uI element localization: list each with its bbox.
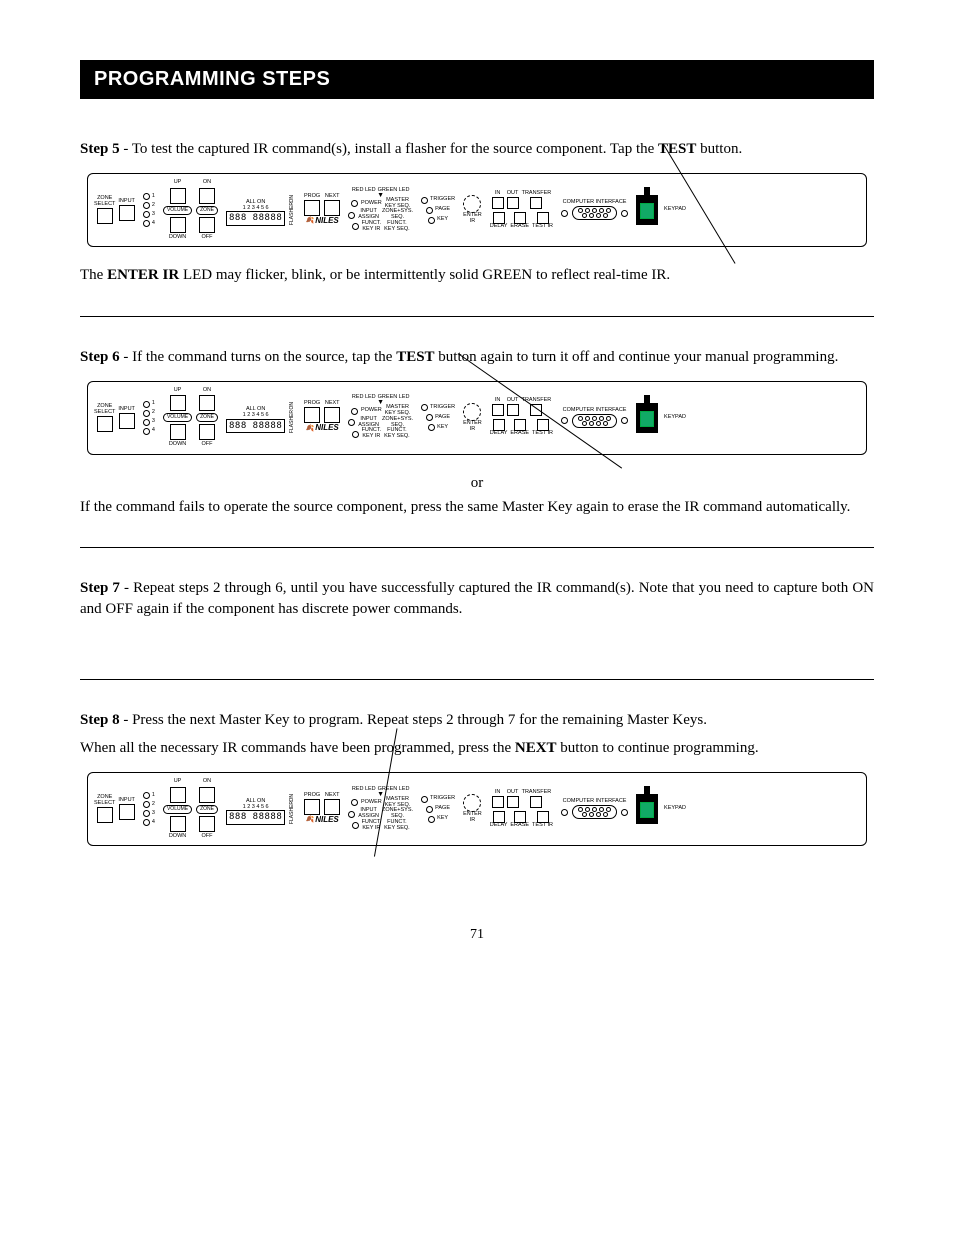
step8-aftertext: When all the necessary IR commands have … xyxy=(80,738,874,758)
display-digits: 888 88888 xyxy=(226,211,285,225)
divider xyxy=(80,679,874,680)
step5-aftertext: The ENTER IR LED may flicker, blink, or … xyxy=(80,265,874,285)
device-panel-step6: ZONE SELECTINPUT 1234 UPVOLUMEDOWNONZONE… xyxy=(87,375,867,455)
step6-aftertext: If the command fails to operate the sour… xyxy=(80,497,874,517)
out-button[interactable] xyxy=(507,197,519,209)
transfer-button[interactable] xyxy=(530,197,542,209)
volume-label: VOLUME xyxy=(163,206,192,215)
device-panel: ZONE SELECTINPUT 1234 UPVOLUMEDOWNONZONE… xyxy=(87,381,867,455)
connector-plug-icon xyxy=(636,195,658,225)
up-button[interactable] xyxy=(170,188,186,204)
prog-button[interactable] xyxy=(304,200,320,216)
delay-button[interactable] xyxy=(493,212,505,224)
computer-interface-port[interactable] xyxy=(572,206,617,220)
test-ir-button[interactable] xyxy=(537,212,549,224)
divider xyxy=(80,547,874,548)
in-button[interactable] xyxy=(492,197,504,209)
section-title: PROGRAMMING STEPS xyxy=(80,60,874,99)
down-blank[interactable] xyxy=(170,217,186,233)
enter-ir-knob[interactable] xyxy=(463,195,481,213)
or-text: or xyxy=(80,473,874,493)
divider xyxy=(80,316,874,317)
next-button[interactable] xyxy=(324,200,340,216)
step6-text: Step 6 - If the command turns on the sou… xyxy=(80,347,874,367)
device-panel: ZONE SELECTINPUT 1234 UPVOLUMEDOWNONZONE… xyxy=(87,772,867,846)
page-number: 71 xyxy=(80,926,874,945)
input-button[interactable] xyxy=(119,205,135,221)
step7-text: Step 7 - Repeat steps 2 through 6, until… xyxy=(80,578,874,619)
zone-label: ZONE xyxy=(196,206,218,215)
on-button[interactable] xyxy=(199,188,215,204)
led-4 xyxy=(143,220,150,227)
step8-text: Step 8 - Press the next Master Key to pr… xyxy=(80,710,874,730)
zone-select-button[interactable] xyxy=(97,208,113,224)
brand-logo: NILES xyxy=(305,216,338,227)
device-panel-step5: ZONE SELECT INPUT 1 2 3 4 UPVOLUMEDOWN O… xyxy=(87,167,867,247)
erase-button[interactable] xyxy=(514,212,526,224)
step5-text: Step 5 - To test the captured IR command… xyxy=(80,139,874,159)
device-panel-step8: ZONE SELECTINPUT 1234 UPVOLUMEDOWNONZONE… xyxy=(87,766,867,846)
led-3 xyxy=(143,211,150,218)
led-1 xyxy=(143,193,150,200)
step5-label: Step 5 xyxy=(80,141,120,157)
led-2 xyxy=(143,202,150,209)
off-blank[interactable] xyxy=(199,217,215,233)
device-panel: ZONE SELECT INPUT 1 2 3 4 UPVOLUMEDOWN O… xyxy=(87,173,867,247)
